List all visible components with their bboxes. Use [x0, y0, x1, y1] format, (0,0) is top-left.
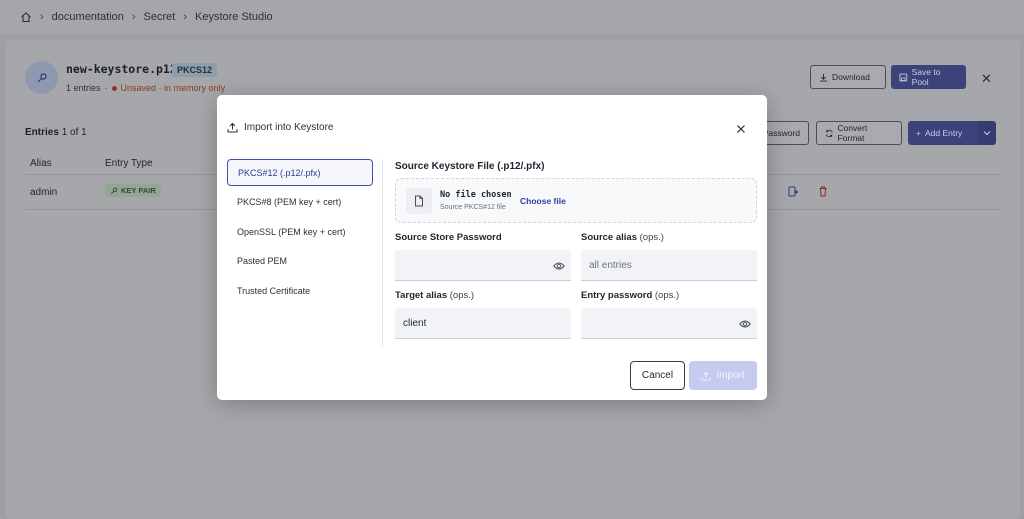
trash-icon[interactable]	[818, 186, 828, 197]
table-row-alias[interactable]: admin	[30, 187, 57, 198]
nav-divider	[382, 159, 383, 347]
keystore-key-icon	[25, 61, 58, 94]
no-file-chosen-text: No file chosen	[440, 190, 512, 200]
eye-icon[interactable]	[553, 261, 565, 271]
unsaved-dot-icon	[111, 85, 117, 91]
add-entry-button[interactable]: + Add Entry	[908, 121, 978, 145]
source-password-label: Source Store Password	[395, 232, 502, 243]
target-alias-label: Target alias (ops.)	[395, 290, 474, 301]
password-label: Password	[762, 128, 800, 138]
eye-icon[interactable]	[739, 319, 751, 329]
nav-item-pkcs12[interactable]: PKCS#12 (.p12/.pfx)	[227, 159, 373, 186]
entry-type-badge: KEY PAIR	[105, 184, 161, 197]
refresh-icon	[825, 129, 833, 137]
source-alias-input[interactable]	[581, 250, 757, 281]
save-icon	[899, 73, 908, 81]
target-alias-input[interactable]	[395, 308, 571, 339]
nav-item-openssl[interactable]: OpenSSL (PEM key + cert)	[227, 218, 373, 245]
entry-password-label: Entry password (ops.)	[581, 290, 679, 301]
nav-item-pasted-pem[interactable]: Pasted PEM	[227, 248, 373, 275]
file-icon	[406, 188, 432, 214]
convert-format-button[interactable]: Convert Format	[816, 121, 902, 145]
optional-marker: (ops.)	[449, 290, 475, 301]
save-to-pool-label: Save to Pool	[911, 67, 941, 87]
optional-marker: (ops.)	[654, 290, 680, 301]
upload-icon	[701, 371, 711, 381]
download-label: Download	[832, 72, 870, 82]
source-file-label: Source Keystore File (.p12/.pfx)	[395, 161, 545, 172]
change-password-button[interactable]: Password	[763, 121, 809, 145]
cancel-button[interactable]: Cancel	[630, 361, 685, 390]
nav-item-pkcs8[interactable]: PKCS#8 (PEM key + cert)	[227, 189, 373, 216]
breadcrumb-item-documentation[interactable]: documentation	[52, 11, 124, 23]
unsaved-status: Unsaved · in memory only	[120, 83, 226, 93]
key-icon	[110, 187, 118, 194]
nav-item-trusted-certificate[interactable]: Trusted Certificate	[227, 277, 373, 304]
convert-format-label: Convert Format	[837, 123, 868, 143]
entry-password-label-text: Entry password	[581, 290, 653, 301]
export-icon[interactable]	[788, 186, 798, 197]
import-button[interactable]: Import	[689, 361, 757, 390]
choose-file-button[interactable]: Choose file	[520, 196, 566, 206]
keystore-meta: 1 entries · Unsaved · in memory only	[66, 83, 225, 93]
column-header-alias[interactable]: Alias	[30, 158, 52, 169]
entries-count-label: 1 of 1	[61, 127, 87, 138]
plus-icon: +	[916, 128, 921, 138]
download-button[interactable]: Download	[810, 65, 886, 89]
add-entry-dropdown-button[interactable]	[978, 121, 996, 145]
chevron-right-icon: ›	[183, 11, 187, 23]
dialog-close-icon[interactable]	[734, 122, 748, 136]
import-label: Import	[716, 370, 745, 381]
entry-password-input[interactable]	[581, 308, 757, 339]
keystore-name: new-keystore.p12	[66, 62, 177, 76]
dialog-header: Import into Keystore	[227, 122, 333, 133]
breadcrumb-item-keystore-studio: Keystore Studio	[194, 11, 273, 23]
import-format-nav: PKCS#12 (.p12/.pfx) PKCS#8 (PEM key + ce…	[227, 159, 373, 307]
entries-heading: Entries 1 of 1	[25, 127, 87, 138]
add-entry-label: Add Entry	[924, 128, 963, 138]
upload-icon	[227, 122, 238, 133]
source-alias-label: Source alias (ops.)	[581, 232, 664, 243]
home-icon[interactable]	[20, 11, 32, 23]
import-keystore-dialog: Import into Keystore PKCS#12 (.p12/.pfx)…	[217, 95, 767, 400]
source-password-label-text: Source Store Password	[395, 232, 502, 243]
source-alias-label-text: Source alias	[581, 232, 637, 243]
entries-title: Entries	[25, 127, 59, 138]
target-alias-label-text: Target alias	[395, 290, 448, 301]
meta-separator: ·	[104, 83, 108, 93]
source-password-input[interactable]	[395, 250, 571, 281]
save-to-pool-button[interactable]: Save to Pool	[891, 65, 966, 89]
column-header-entry-type[interactable]: Entry Type	[105, 158, 153, 169]
keystore-type-badge: PKCS12	[172, 63, 218, 77]
breadcrumb: › documentation › Secret › Keystore Stud…	[0, 0, 1024, 34]
download-icon	[819, 73, 828, 82]
file-dropzone[interactable]: No file chosen Source PKCS#12 file Choos…	[395, 178, 757, 223]
file-hint-text: Source PKCS#12 file	[440, 204, 506, 211]
chevron-down-icon	[983, 131, 991, 136]
chevron-right-icon: ›	[131, 11, 136, 23]
dialog-title: Import into Keystore	[244, 122, 334, 133]
close-icon[interactable]: ✕	[981, 71, 992, 87]
entries-count: 1 entries	[66, 83, 101, 93]
breadcrumb-item-secret[interactable]: Secret	[144, 11, 176, 23]
optional-marker: (ops.)	[639, 232, 664, 243]
chevron-right-icon: ›	[40, 11, 44, 23]
entry-type-label: KEY PAIR	[121, 186, 156, 195]
